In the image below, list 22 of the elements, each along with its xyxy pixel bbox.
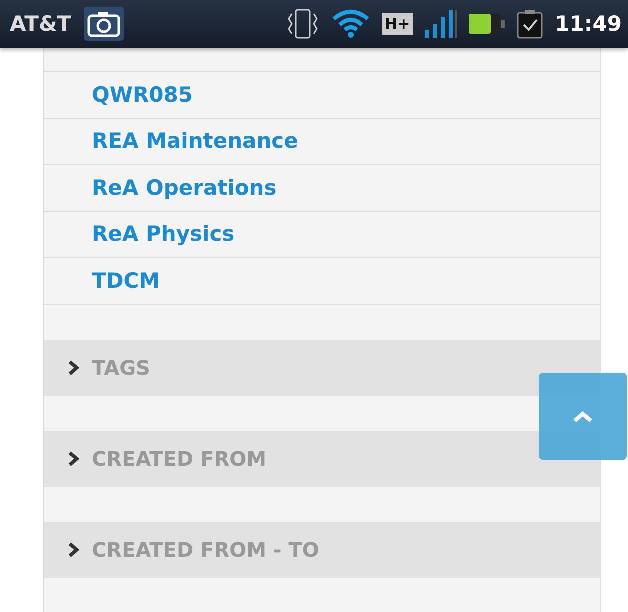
wifi-icon <box>332 9 370 39</box>
section-header[interactable]: CREATED FROM <box>44 430 600 486</box>
section-label: CREATED FROM - TO <box>92 538 320 562</box>
battery-icon <box>469 14 506 34</box>
section-label: TAGS <box>92 356 150 380</box>
scroll-top-button[interactable] <box>539 373 627 460</box>
category-link[interactable]: TDCM <box>92 268 160 293</box>
vibrate-icon <box>286 8 320 40</box>
caret-up-icon <box>572 410 594 424</box>
carrier-name: AT&T <box>10 12 72 36</box>
network-type-badge: H+ <box>382 13 414 35</box>
section-label: CREATED FROM <box>92 446 267 470</box>
signal-icon <box>425 10 458 38</box>
clock: 11:49 <box>555 12 622 36</box>
category-link[interactable]: REA Maintenance <box>92 129 298 154</box>
section-header[interactable]: TAGS <box>44 340 600 396</box>
section-header[interactable]: CREATED FROM - TO <box>44 522 600 578</box>
category-link[interactable]: QWR085 <box>92 82 194 107</box>
checkbox-icon <box>517 9 544 39</box>
category-link[interactable]: ReA Physics <box>92 222 235 246</box>
category-link[interactable]: ReA Operations <box>92 176 277 200</box>
camera-icon <box>84 7 124 41</box>
